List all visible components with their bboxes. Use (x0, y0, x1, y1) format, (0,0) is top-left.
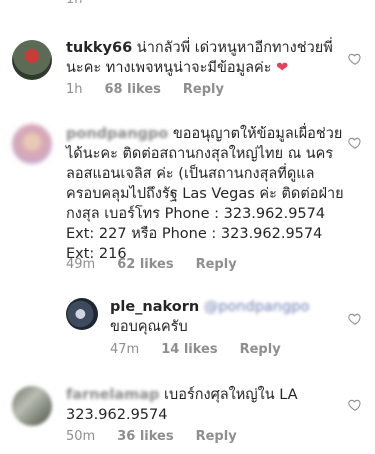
reply-button[interactable]: Reply (240, 342, 281, 357)
comment-meta: 49m 62 likes Reply (66, 257, 237, 272)
reply-button[interactable]: Reply (183, 82, 224, 97)
avatar[interactable] (66, 298, 98, 330)
reply-button[interactable]: Reply (196, 257, 237, 272)
comment-meta: 47m 14 likes Reply (110, 342, 281, 357)
comment-text: ขอบคุณครับ (110, 319, 188, 335)
comment-meta: 50m 36 likes Reply (66, 429, 237, 444)
comment-body: ple_nakorn @pondpangpo ขอบคุณครับ (110, 297, 342, 337)
avatar[interactable] (12, 40, 52, 80)
comment-time: 1h (66, 82, 83, 97)
comment-meta: 1h 68 likes Reply (66, 82, 224, 97)
comment-body: tukky66 น่ากลัวพี่ เด่วหนูหาอีกทางช่วยพี… (66, 38, 336, 78)
comment-time: 47m (110, 342, 140, 357)
comment-time: 50m (66, 429, 96, 444)
comment-text: ขออนุญาตให้ข้อมูลเผื่อช่วยได้นะคะ ติดต่อ… (66, 126, 344, 262)
avatar[interactable] (12, 124, 52, 164)
comment-body: farnelamap เบอร์กงศุลใหญ่ใน LA 323.962.9… (66, 385, 336, 425)
comment-username[interactable]: farnelamap (66, 385, 159, 405)
comment-time: 49m (66, 257, 96, 272)
heart-outline-icon[interactable] (348, 398, 362, 412)
comment-likes[interactable]: 36 likes (117, 429, 173, 444)
comment-likes[interactable]: 14 likes (161, 342, 217, 357)
reply-button[interactable]: Reply (196, 429, 237, 444)
previous-comment-timestamp: 1h (66, 0, 83, 7)
comment-likes[interactable]: 68 likes (105, 82, 161, 97)
comment-likes[interactable]: 62 likes (117, 257, 173, 272)
comment-username[interactable]: tukky66 (66, 40, 132, 56)
heart-emoji-icon: ❤ (276, 60, 289, 76)
comment-body: pondpangpo ขออนุญาตให้ข้อมูลเผื่อช่วยได้… (66, 124, 346, 264)
comment-mention[interactable]: @pondpangpo (204, 297, 310, 317)
avatar[interactable] (12, 386, 52, 426)
heart-outline-icon[interactable] (348, 52, 362, 66)
heart-outline-icon[interactable] (348, 312, 362, 326)
comment-username[interactable]: ple_nakorn (110, 299, 199, 315)
comment-username[interactable]: pondpangpo (66, 124, 168, 144)
heart-outline-icon[interactable] (348, 136, 362, 150)
